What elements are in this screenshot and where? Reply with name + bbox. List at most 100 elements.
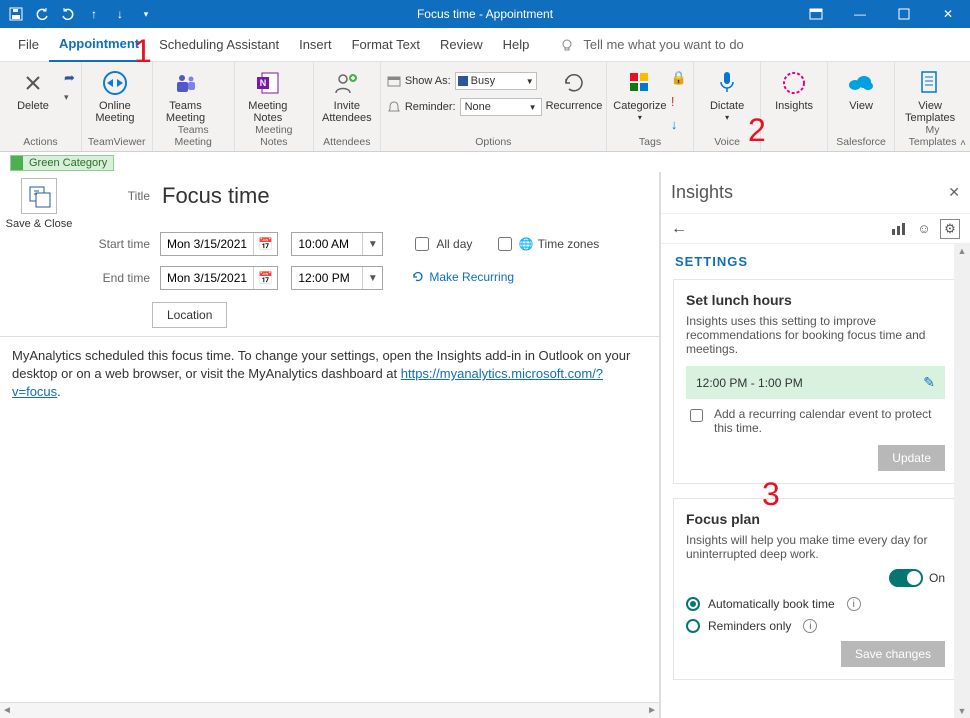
collapse-ribbon-icon[interactable]: ˄ <box>960 138 966 149</box>
stats-icon[interactable] <box>888 219 908 239</box>
tab-insert[interactable]: Insert <box>289 28 342 62</box>
chevron-down-icon[interactable]: ▼ <box>362 267 382 289</box>
show-as-select[interactable]: Busy ▼ <box>455 72 537 90</box>
info-icon[interactable]: i <box>847 597 861 611</box>
ribbon: Delete ➦ ▾ Actions Online Meeting TeamVi… <box>0 62 970 152</box>
title-input[interactable] <box>160 182 540 210</box>
low-importance-icon[interactable]: ↓ <box>671 117 687 132</box>
start-time-input[interactable] <box>292 233 362 255</box>
tab-help[interactable]: Help <box>493 28 540 62</box>
ribbon-group-salesforce: View Salesforce <box>828 62 895 151</box>
tab-review[interactable]: Review <box>430 28 493 62</box>
scroll-right-icon[interactable]: ► <box>647 705 657 716</box>
insights-button[interactable]: Insights <box>767 66 821 112</box>
close-button[interactable]: ✕ <box>926 0 970 28</box>
view-templates-label: View Templates <box>901 100 959 124</box>
tell-me-search[interactable]: Tell me what you want to do <box>559 37 743 53</box>
maximize-button[interactable] <box>882 0 926 28</box>
delete-button[interactable]: Delete <box>6 66 60 112</box>
auto-book-option[interactable]: Automatically book time i <box>686 597 945 611</box>
arrow-up-icon[interactable]: ↑ <box>86 6 102 22</box>
reminder-select[interactable]: None ▼ <box>460 98 542 116</box>
edit-icon[interactable]: ✎ <box>923 374 935 391</box>
ribbon-tabs: File Appointment Scheduling Assistant In… <box>0 28 970 62</box>
dictate-label: Dictate <box>710 100 744 112</box>
reminders-only-option[interactable]: Reminders only i <box>686 619 945 633</box>
minimize-button[interactable]: — <box>838 0 882 28</box>
forward-icon[interactable]: ➦ <box>64 70 75 86</box>
teams-meeting-button[interactable]: Teams Meeting <box>159 66 213 124</box>
calendar-icon[interactable]: 📅 <box>253 267 277 289</box>
templates-icon <box>915 68 945 98</box>
undo-icon[interactable] <box>34 6 50 22</box>
meeting-notes-button[interactable]: N Meeting Notes <box>241 66 295 124</box>
tab-appointment[interactable]: Appointment <box>49 28 149 62</box>
time-zones-checkbox[interactable]: 🌐Time zones <box>494 234 600 254</box>
scroll-down-icon[interactable]: ▼ <box>958 706 967 716</box>
teams-icon <box>171 68 201 98</box>
scroll-left-icon[interactable]: ◄ <box>2 705 12 716</box>
end-time-input[interactable] <box>292 267 362 289</box>
end-time-label: End time <box>84 262 154 294</box>
appointment-body[interactable]: MyAnalytics scheduled this focus time. T… <box>0 336 659 702</box>
calendar-icon[interactable]: 📅 <box>253 233 277 255</box>
lunch-hours-card: Set lunch hours Insights uses this setti… <box>673 279 958 484</box>
end-time-picker[interactable]: ▼ <box>291 266 383 290</box>
recurrence-button[interactable]: Recurrence <box>546 66 603 112</box>
scroll-up-icon[interactable]: ▲ <box>958 246 967 256</box>
save-close-label: Save & Close <box>6 218 73 230</box>
qat-customize-icon[interactable]: ▾ <box>138 6 154 22</box>
save-and-close-button[interactable]: Save & Close <box>0 172 78 336</box>
ribbon-group-my-templates: View Templates My Templates <box>895 62 970 151</box>
window-controls: — ✕ <box>794 0 970 28</box>
category-chip-green[interactable]: Green Category <box>10 155 114 171</box>
info-icon[interactable]: i <box>803 619 817 633</box>
ribbon-display-options-icon[interactable] <box>794 0 838 28</box>
back-icon[interactable]: ← <box>671 220 687 238</box>
tab-file[interactable]: File <box>8 28 49 62</box>
feedback-icon[interactable]: ☺ <box>914 219 934 239</box>
group-label-options: Options <box>387 136 600 149</box>
ribbon-group-actions: Delete ➦ ▾ Actions <box>0 62 82 151</box>
radio-unchecked-icon[interactable] <box>686 619 700 633</box>
salesforce-view-button[interactable]: View <box>834 66 888 112</box>
more-actions-icon[interactable]: ▾ <box>64 92 75 103</box>
high-importance-icon[interactable]: ! <box>671 94 687 109</box>
close-pane-icon[interactable]: ✕ <box>948 184 960 201</box>
start-time-picker[interactable]: ▼ <box>291 232 383 256</box>
lunch-hours-chip[interactable]: 12:00 PM - 1:00 PM ✎ <box>686 366 945 399</box>
title-label: Title <box>84 178 154 214</box>
update-button[interactable]: Update <box>878 445 945 471</box>
make-recurring-link[interactable]: Make Recurring <box>411 270 514 284</box>
tab-format-text[interactable]: Format Text <box>342 28 430 62</box>
insights-body: SETTINGS Set lunch hours Insights uses t… <box>661 244 970 718</box>
settings-icon[interactable]: ⚙ <box>940 219 960 239</box>
location-button[interactable]: Location <box>152 302 227 328</box>
invite-attendees-button[interactable]: Invite Attendees <box>320 66 374 124</box>
categorize-button[interactable]: Categorize ▾ <box>613 66 667 124</box>
tab-scheduling-assistant[interactable]: Scheduling Assistant <box>149 28 289 62</box>
dictate-button[interactable]: Dictate ▾ <box>700 66 754 124</box>
save-icon[interactable] <box>8 6 24 22</box>
category-color-swatch <box>11 156 23 170</box>
insights-scrollbar[interactable]: ▲ ▼ <box>954 244 970 718</box>
chevron-down-icon[interactable]: ▼ <box>362 233 382 255</box>
end-date-picker[interactable]: 📅 <box>160 266 278 290</box>
online-meeting-button[interactable]: Online Meeting <box>88 66 142 124</box>
save-changes-button[interactable]: Save changes <box>841 641 945 667</box>
all-day-checkbox[interactable]: All day <box>411 234 472 254</box>
focus-plan-toggle[interactable] <box>889 569 923 587</box>
redo-icon[interactable] <box>60 6 76 22</box>
arrow-down-icon[interactable]: ↓ <box>112 6 128 22</box>
ribbon-group-attendees: Invite Attendees Attendees <box>314 62 381 151</box>
focus-plan-title: Focus plan <box>686 511 945 527</box>
insights-header: Insights ✕ <box>661 172 970 214</box>
private-icon[interactable]: 🔒 <box>671 70 687 86</box>
radio-checked-icon[interactable] <box>686 597 700 611</box>
end-date-input[interactable] <box>161 267 253 289</box>
horizontal-scrollbar[interactable]: ◄ ► <box>0 702 659 718</box>
view-templates-button[interactable]: View Templates <box>901 66 959 124</box>
start-date-input[interactable] <box>161 233 253 255</box>
protect-lunch-checkbox[interactable]: Add a recurring calendar event to protec… <box>686 407 945 435</box>
start-date-picker[interactable]: 📅 <box>160 232 278 256</box>
